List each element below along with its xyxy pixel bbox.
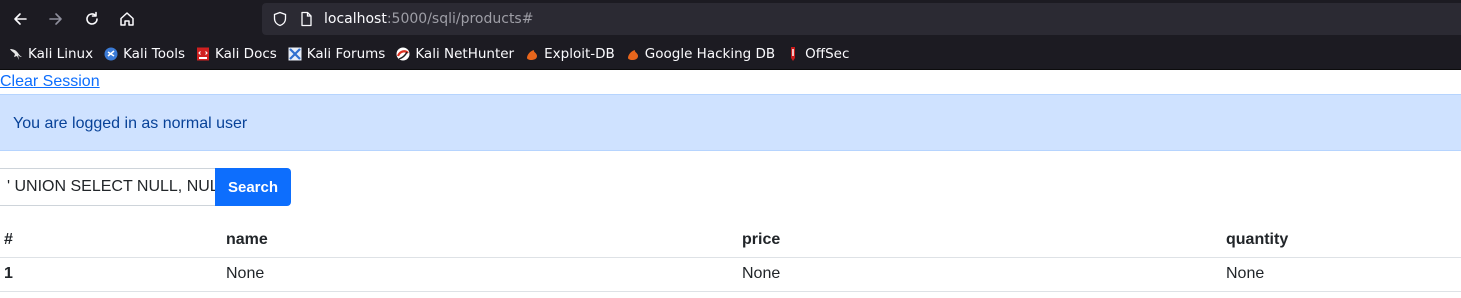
- alert-text: You are logged in as normal user: [13, 115, 248, 132]
- address-bar[interactable]: localhost:5000/sqli/products#: [262, 3, 1461, 35]
- bookmark-google-hacking-db[interactable]: Google Hacking DB: [625, 46, 775, 62]
- search-button[interactable]: Search: [215, 168, 291, 206]
- browser-toolbar: localhost:5000/sqli/products#: [0, 0, 1461, 38]
- kali-docs-icon: [195, 46, 211, 62]
- url-text[interactable]: localhost:5000/sqli/products#: [324, 11, 533, 27]
- cell-price: None: [742, 265, 781, 282]
- bookmark-exploit-db[interactable]: Exploit-DB: [524, 46, 615, 62]
- bookmark-label: Kali Docs: [215, 45, 277, 62]
- column-header-quantity: quantity: [1226, 230, 1289, 248]
- cell-name: None: [226, 265, 265, 282]
- bookmark-label: Kali Tools: [123, 45, 185, 62]
- bookmark-kali-tools[interactable]: Kali Tools: [103, 46, 185, 62]
- back-button[interactable]: [8, 7, 32, 31]
- arrow-left-icon: [14, 13, 27, 25]
- kali-tools-icon: [103, 46, 119, 62]
- nethunter-icon: [395, 46, 411, 62]
- bookmark-kali-forums[interactable]: Kali Forums: [287, 45, 386, 62]
- home-icon: [120, 12, 134, 26]
- bookmark-label: OffSec: [805, 45, 850, 62]
- url-host: localhost: [324, 11, 387, 27]
- exploit-db-icon: [524, 46, 540, 62]
- bookmark-label: Kali Forums: [306, 45, 386, 62]
- bookmark-label: Kali Linux: [28, 45, 94, 62]
- page-content: Clear Session You are logged in as norma…: [0, 70, 1461, 298]
- login-status-alert: You are logged in as normal user: [0, 94, 1461, 151]
- kali-forums-icon: [287, 46, 303, 62]
- bookmark-kali-docs[interactable]: Kali Docs: [195, 46, 277, 62]
- bookmark-label: Kali NetHunter: [415, 45, 515, 62]
- table-header-row: # name price quantity: [0, 223, 1461, 257]
- home-button[interactable]: [115, 7, 139, 31]
- kali-dragon-icon: [8, 46, 24, 62]
- bookmark-label: Google Hacking DB: [644, 45, 776, 62]
- cell-quantity: None: [1226, 265, 1265, 282]
- bookmark-kali-linux[interactable]: Kali Linux: [8, 46, 93, 62]
- clear-session-link[interactable]: Clear Session: [0, 73, 100, 91]
- offsec-icon: [785, 46, 801, 62]
- bookmark-kali-nethunter[interactable]: Kali NetHunter: [395, 46, 514, 62]
- url-path: :5000/sqli/products#: [386, 11, 534, 27]
- reload-icon: [86, 11, 98, 25]
- ghdb-icon: [625, 46, 641, 62]
- shield-icon[interactable]: [272, 11, 288, 27]
- bookmark-label: Exploit-DB: [544, 45, 615, 62]
- page-icon[interactable]: [298, 11, 314, 27]
- column-header-price: price: [742, 230, 781, 248]
- table-row: 1 None None None: [0, 257, 1461, 291]
- bookmarks-bar: Kali Linux Kali Tools Kali Docs Kali For…: [0, 38, 1461, 70]
- column-header-name: name: [226, 230, 268, 248]
- products-table: # name price quantity 1 None None None: [0, 223, 1461, 292]
- forward-button[interactable]: [44, 7, 68, 31]
- reload-button[interactable]: [80, 7, 104, 31]
- arrow-right-icon: [49, 13, 62, 25]
- bookmark-offsec[interactable]: OffSec: [785, 46, 849, 62]
- cell-id: 1: [4, 265, 13, 282]
- column-header-id: #: [4, 230, 13, 248]
- search-input[interactable]: [0, 168, 216, 206]
